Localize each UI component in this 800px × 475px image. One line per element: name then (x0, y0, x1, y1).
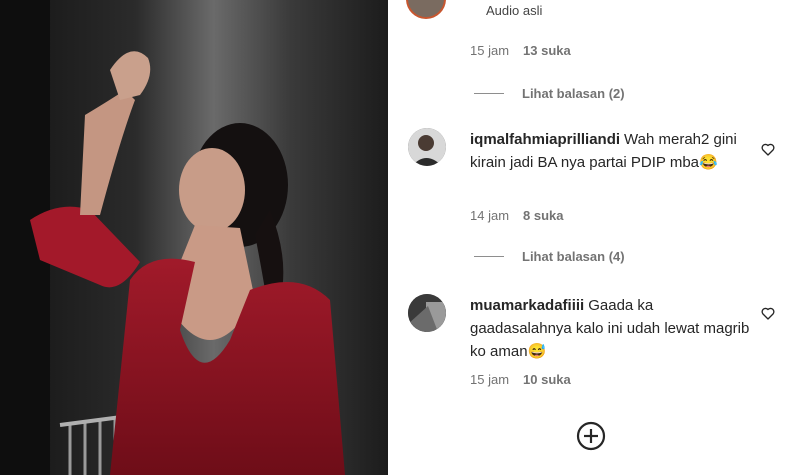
plus-circle-icon[interactable] (576, 421, 606, 451)
comment-meta: 15 jam 10 suka (470, 372, 571, 387)
replies-divider (474, 256, 504, 257)
comment-meta: 15 jam 13 suka (470, 43, 571, 58)
comment-meta: 14 jam 8 suka (470, 208, 564, 223)
commenter-avatar[interactable] (408, 294, 446, 332)
avatar-image (408, 128, 446, 166)
author-avatar[interactable] (406, 0, 446, 19)
heart-icon[interactable] (760, 141, 776, 157)
comment-time[interactable]: 15 jam (470, 372, 509, 387)
post-header: Audio asli (406, 0, 542, 19)
view-replies-button[interactable]: Lihat balasan (2) (474, 86, 625, 101)
comment-time[interactable]: 14 jam (470, 208, 509, 223)
post-photo-image (0, 0, 388, 475)
comment-likes[interactable]: 8 suka (523, 208, 563, 223)
view-replies-label[interactable]: Lihat balasan (2) (522, 86, 625, 101)
view-replies-button[interactable]: Lihat balasan (4) (474, 249, 625, 264)
avatar-image (408, 294, 446, 332)
comment-username[interactable]: iqmalfahmiaprilliandi (470, 131, 620, 148)
view-replies-label[interactable]: Lihat balasan (4) (522, 249, 625, 264)
comment-likes[interactable]: 13 suka (523, 43, 571, 58)
audio-label[interactable]: Audio asli (486, 3, 542, 18)
replies-divider (474, 93, 504, 94)
comments-panel: Audio asli 15 jam 13 suka Lihat balasan … (388, 0, 800, 475)
comment-username[interactable]: muamarkadafiiii (470, 297, 584, 314)
post-photo (0, 0, 388, 475)
comment-time[interactable]: 15 jam (470, 43, 509, 58)
comment-text-block: iqmalfahmiaprilliandi Wah merah2 gini kir… (470, 128, 755, 174)
commenter-avatar[interactable] (408, 128, 446, 166)
comment-text-block: muamarkadafiiii Gaada ka gaadasalahnya ka… (470, 294, 755, 363)
comment-likes[interactable]: 10 suka (523, 372, 571, 387)
heart-icon[interactable] (760, 305, 776, 321)
